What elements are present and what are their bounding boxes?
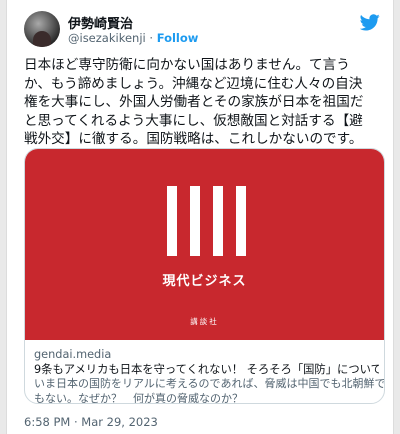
link-preview-card[interactable]: 現代ビジネス 講談社 gendai.media 9条もアメリカも日本を守ってくれ… [24,148,385,404]
publisher-logo-text: 現代ビジネス [162,274,247,289]
tweet-header: 伊勢崎賢治 @isezakikenji · Follow [24,11,384,47]
card-description-line: いま日本の国防をリアルに考えるのであれば、脅威は中国でも北朝鮮で [34,377,385,390]
card-domain: gendai.media [34,348,112,361]
tweet-text-line: か、もう諦めましょう。沖縄など辺境に住む人々の自決 [24,75,363,92]
card-description-line: もない。なぜか？ 何が真の脅威なのか？ [34,391,243,404]
tweet-text-line: 戦外交】に徹する。国防戦略は、これしかないのです。 [24,131,363,147]
publisher-logo-subtext: 講談社 [190,317,219,326]
tweet-text-line: 日本ほど専守防衛に向かない国はありません。て言う [24,57,350,73]
author-handle-line: @isezakikenji · Follow [68,31,198,45]
tweet-timestamp[interactable]: 6:58 PM · Mar 29, 2023 [24,415,158,429]
card-title[interactable]: 9条もアメリカも日本を守ってくれない！ そろそろ「国防」についてホ… [34,362,379,377]
tweet-embed: 伊勢崎賢治 @isezakikenji · Follow 日本ほど専守防衛に向か… [6,0,394,434]
card-image[interactable]: 現代ビジネス 講談社 [25,149,384,340]
avatar[interactable] [24,11,60,47]
tweet-text-line: 権を大事にし、外国人労働者とその家族が日本を祖国だ [24,94,364,110]
tweet-text-line: と思ってくれるよう大事にし、仮想敵国と対話する【避 [24,112,363,129]
author-handle[interactable]: @isezakikenji [68,31,146,45]
publisher-logo-bars [167,186,247,256]
card-description: いま日本の国防をリアルに考えるのであれば、脅威は中国でも北朝鮮で もない。なぜか… [34,377,385,404]
tweet-text: 日本ほど専守防衛に向かない国はありません。て言う か、もう諦めましょう。沖縄など… [24,56,386,149]
follow-button[interactable]: Follow [157,31,199,45]
twitter-bird-icon[interactable] [360,14,380,31]
author-name[interactable]: 伊勢崎賢治 [68,13,133,32]
separator-dot: · [145,31,157,45]
card-text: gendai.media 9条もアメリカも日本を守ってくれない！ そろそろ「国防… [34,348,385,404]
